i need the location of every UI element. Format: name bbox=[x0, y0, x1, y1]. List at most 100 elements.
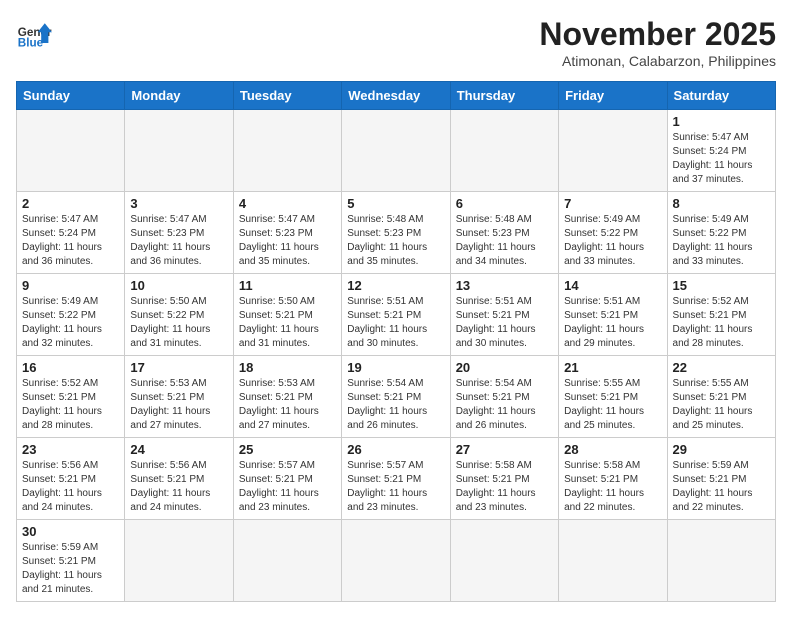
weekday-header-row: SundayMondayTuesdayWednesdayThursdayFrid… bbox=[17, 82, 776, 110]
calendar-cell: 6 Sunrise: 5:48 AM Sunset: 5:23 PM Daylig… bbox=[450, 192, 558, 274]
day-number: 19 bbox=[347, 360, 444, 375]
day-info: Sunrise: 5:49 AM Sunset: 5:22 PM Dayligh… bbox=[673, 213, 770, 269]
calendar-cell: 18Sunrise: 5:53 AM Sunset: 5:21 PM Dayli… bbox=[233, 356, 341, 438]
calendar-week-1: 1Sunrise: 5:47 AM Sunset: 5:24 PM Daylig… bbox=[17, 110, 776, 192]
calendar-cell: 11 Sunrise: 5:50 AM Sunset: 5:21 PM Dayli… bbox=[233, 274, 341, 356]
calendar-cell: 13 Sunrise: 5:51 AM Sunset: 5:21 PM Dayli… bbox=[450, 274, 558, 356]
day-info: Sunrise: 5:57 AM Sunset: 5:21 PM Dayligh… bbox=[347, 459, 444, 515]
calendar-week-4: 16 Sunrise: 5:52 AM Sunset: 5:21 PM Dayli… bbox=[17, 356, 776, 438]
day-info: Sunrise: 5:58 AM Sunset: 5:21 PM Dayligh… bbox=[456, 459, 553, 515]
day-number: 27 bbox=[456, 442, 553, 457]
day-info: Sunrise: 5:59 AM Sunset: 5:21 PM Dayligh… bbox=[22, 541, 119, 597]
day-info: Sunrise: 5:49 AM Sunset: 5:22 PM Dayligh… bbox=[22, 295, 119, 351]
calendar-cell: 21 Sunrise: 5:55 AM Sunset: 5:21 PM Dayli… bbox=[559, 356, 667, 438]
day-number: 9 bbox=[22, 278, 119, 293]
calendar-cell: 27 Sunrise: 5:58 AM Sunset: 5:21 PM Dayli… bbox=[450, 438, 558, 520]
weekday-header-wednesday: Wednesday bbox=[342, 82, 450, 110]
day-info: Sunrise: 5:52 AM Sunset: 5:21 PM Dayligh… bbox=[22, 377, 119, 433]
day-number: 2 bbox=[22, 196, 119, 211]
day-info: Sunrise: 5:49 AM Sunset: 5:22 PM Dayligh… bbox=[564, 213, 661, 269]
day-number: 21 bbox=[564, 360, 661, 375]
day-number: 24 bbox=[130, 442, 227, 457]
day-info: Sunrise: 5:48 AM Sunset: 5:23 PM Dayligh… bbox=[347, 213, 444, 269]
calendar-cell: 14Sunrise: 5:51 AM Sunset: 5:21 PM Dayli… bbox=[559, 274, 667, 356]
day-info: Sunrise: 5:48 AM Sunset: 5:23 PM Dayligh… bbox=[456, 213, 553, 269]
day-info: Sunrise: 5:50 AM Sunset: 5:22 PM Dayligh… bbox=[130, 295, 227, 351]
calendar-cell: 16 Sunrise: 5:52 AM Sunset: 5:21 PM Dayli… bbox=[17, 356, 125, 438]
calendar-cell bbox=[342, 520, 450, 602]
day-info: Sunrise: 5:54 AM Sunset: 5:21 PM Dayligh… bbox=[456, 377, 553, 433]
day-info: Sunrise: 5:47 AM Sunset: 5:23 PM Dayligh… bbox=[239, 213, 336, 269]
calendar-cell bbox=[125, 110, 233, 192]
calendar-cell: 17Sunrise: 5:53 AM Sunset: 5:21 PM Dayli… bbox=[125, 356, 233, 438]
day-number: 3 bbox=[130, 196, 227, 211]
calendar-cell: 1Sunrise: 5:47 AM Sunset: 5:24 PM Daylig… bbox=[667, 110, 775, 192]
day-number: 20 bbox=[456, 360, 553, 375]
day-number: 30 bbox=[22, 524, 119, 539]
calendar-cell: 28 Sunrise: 5:58 AM Sunset: 5:21 PM Dayli… bbox=[559, 438, 667, 520]
calendar-cell bbox=[559, 110, 667, 192]
calendar-cell bbox=[233, 520, 341, 602]
title-area: November 2025 Atimonan, Calabarzon, Phil… bbox=[539, 16, 776, 69]
calendar-cell bbox=[450, 520, 558, 602]
day-info: Sunrise: 5:55 AM Sunset: 5:21 PM Dayligh… bbox=[673, 377, 770, 433]
calendar-cell: 12 Sunrise: 5:51 AM Sunset: 5:21 PM Dayli… bbox=[342, 274, 450, 356]
calendar-table: SundayMondayTuesdayWednesdayThursdayFrid… bbox=[16, 81, 776, 602]
day-number: 1 bbox=[673, 114, 770, 129]
day-number: 5 bbox=[347, 196, 444, 211]
day-info: Sunrise: 5:51 AM Sunset: 5:21 PM Dayligh… bbox=[456, 295, 553, 351]
calendar-cell: 2 Sunrise: 5:47 AM Sunset: 5:24 PM Daylig… bbox=[17, 192, 125, 274]
weekday-header-thursday: Thursday bbox=[450, 82, 558, 110]
day-number: 17 bbox=[130, 360, 227, 375]
weekday-header-sunday: Sunday bbox=[17, 82, 125, 110]
day-number: 4 bbox=[239, 196, 336, 211]
day-number: 10 bbox=[130, 278, 227, 293]
weekday-header-monday: Monday bbox=[125, 82, 233, 110]
logo: General Blue bbox=[16, 16, 52, 52]
day-number: 6 bbox=[456, 196, 553, 211]
day-number: 11 bbox=[239, 278, 336, 293]
day-info: Sunrise: 5:53 AM Sunset: 5:21 PM Dayligh… bbox=[239, 377, 336, 433]
day-info: Sunrise: 5:47 AM Sunset: 5:24 PM Dayligh… bbox=[22, 213, 119, 269]
calendar-cell: 26Sunrise: 5:57 AM Sunset: 5:21 PM Dayli… bbox=[342, 438, 450, 520]
calendar-cell bbox=[125, 520, 233, 602]
day-info: Sunrise: 5:50 AM Sunset: 5:21 PM Dayligh… bbox=[239, 295, 336, 351]
calendar-cell bbox=[667, 520, 775, 602]
day-number: 12 bbox=[347, 278, 444, 293]
calendar-cell: 23Sunrise: 5:56 AM Sunset: 5:21 PM Dayli… bbox=[17, 438, 125, 520]
calendar-cell: 4 Sunrise: 5:47 AM Sunset: 5:23 PM Daylig… bbox=[233, 192, 341, 274]
calendar-cell: 29Sunrise: 5:59 AM Sunset: 5:21 PM Dayli… bbox=[667, 438, 775, 520]
day-info: Sunrise: 5:52 AM Sunset: 5:21 PM Dayligh… bbox=[673, 295, 770, 351]
day-info: Sunrise: 5:47 AM Sunset: 5:23 PM Dayligh… bbox=[130, 213, 227, 269]
calendar-cell bbox=[233, 110, 341, 192]
day-info: Sunrise: 5:55 AM Sunset: 5:21 PM Dayligh… bbox=[564, 377, 661, 433]
calendar-cell: 15 Sunrise: 5:52 AM Sunset: 5:21 PM Dayli… bbox=[667, 274, 775, 356]
calendar-cell: 8Sunrise: 5:49 AM Sunset: 5:22 PM Daylig… bbox=[667, 192, 775, 274]
location-subtitle: Atimonan, Calabarzon, Philippines bbox=[539, 53, 776, 69]
calendar-cell: 22Sunrise: 5:55 AM Sunset: 5:21 PM Dayli… bbox=[667, 356, 775, 438]
calendar-cell: 24Sunrise: 5:56 AM Sunset: 5:21 PM Dayli… bbox=[125, 438, 233, 520]
logo-icon: General Blue bbox=[16, 16, 52, 52]
day-number: 28 bbox=[564, 442, 661, 457]
calendar-cell: 30 Sunrise: 5:59 AM Sunset: 5:21 PM Dayli… bbox=[17, 520, 125, 602]
calendar-cell bbox=[450, 110, 558, 192]
day-number: 23 bbox=[22, 442, 119, 457]
day-number: 15 bbox=[673, 278, 770, 293]
calendar-cell: 9 Sunrise: 5:49 AM Sunset: 5:22 PM Daylig… bbox=[17, 274, 125, 356]
day-info: Sunrise: 5:58 AM Sunset: 5:21 PM Dayligh… bbox=[564, 459, 661, 515]
calendar-cell bbox=[559, 520, 667, 602]
calendar-cell: 19Sunrise: 5:54 AM Sunset: 5:21 PM Dayli… bbox=[342, 356, 450, 438]
calendar-week-5: 23Sunrise: 5:56 AM Sunset: 5:21 PM Dayli… bbox=[17, 438, 776, 520]
day-info: Sunrise: 5:59 AM Sunset: 5:21 PM Dayligh… bbox=[673, 459, 770, 515]
weekday-header-friday: Friday bbox=[559, 82, 667, 110]
calendar-cell: 20 Sunrise: 5:54 AM Sunset: 5:21 PM Dayli… bbox=[450, 356, 558, 438]
month-title: November 2025 bbox=[539, 16, 776, 53]
day-number: 7 bbox=[564, 196, 661, 211]
day-info: Sunrise: 5:51 AM Sunset: 5:21 PM Dayligh… bbox=[347, 295, 444, 351]
weekday-header-tuesday: Tuesday bbox=[233, 82, 341, 110]
calendar-cell: 25Sunrise: 5:57 AM Sunset: 5:21 PM Dayli… bbox=[233, 438, 341, 520]
day-number: 13 bbox=[456, 278, 553, 293]
calendar-cell bbox=[17, 110, 125, 192]
calendar-week-3: 9 Sunrise: 5:49 AM Sunset: 5:22 PM Daylig… bbox=[17, 274, 776, 356]
day-number: 16 bbox=[22, 360, 119, 375]
